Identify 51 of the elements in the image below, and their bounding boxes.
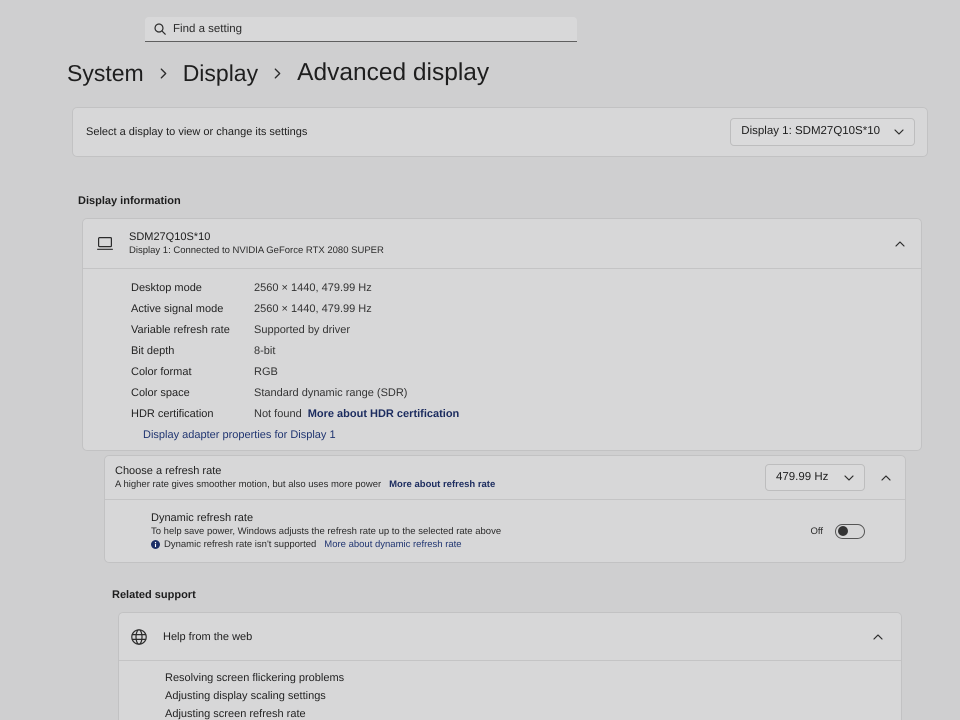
refresh-rate-title: Choose a refresh rate bbox=[115, 464, 222, 478]
display-name: SDM27Q10S*10 bbox=[129, 230, 210, 244]
info-value: 2560 × 1440, 479.99 Hz bbox=[254, 302, 372, 318]
refresh-rate-link[interactable]: More about refresh rate bbox=[389, 478, 496, 491]
info-label: Bit depth bbox=[131, 344, 176, 360]
search-icon bbox=[154, 23, 166, 35]
refresh-rate-dropdown[interactable]: 479.99 Hz bbox=[765, 464, 865, 492]
section-heading: Related support bbox=[112, 588, 196, 603]
chevron-down-icon bbox=[894, 129, 904, 135]
toggle-switch[interactable] bbox=[835, 524, 865, 538]
chevron-right-icon bbox=[160, 68, 167, 78]
info-label: Color format bbox=[131, 365, 193, 380]
search-field[interactable]: Find a setting bbox=[145, 17, 577, 42]
chevron-up-icon[interactable] bbox=[895, 240, 905, 246]
info-label: Variable refresh rate bbox=[131, 323, 231, 338]
section-heading: Display information bbox=[78, 194, 181, 209]
info-label: HDR certification bbox=[131, 407, 215, 422]
info-label: Active signal mode bbox=[131, 302, 224, 318]
adapter-properties-link[interactable]: Display adapter properties for Display 1 bbox=[143, 425, 336, 445]
info-link[interactable]: More about HDR certification bbox=[308, 406, 460, 423]
setting-label: Select a display to view or change its settings bbox=[86, 124, 308, 140]
dynamic-refresh-notice: Dynamic refresh rate isn't supported bbox=[164, 538, 316, 551]
dynamic-refresh-title: Dynamic refresh rate bbox=[151, 511, 254, 525]
dynamic-refresh-description: To help save power, Windows adjusts the refresh rate up to the selected rate above bbox=[151, 525, 502, 538]
info-icon bbox=[151, 540, 160, 549]
chevron-up-icon[interactable] bbox=[873, 634, 883, 640]
dynamic-refresh-link[interactable]: More about dynamic refresh rate bbox=[324, 538, 462, 551]
help-link[interactable]: Adjusting screen refresh rate bbox=[165, 705, 306, 720]
refresh-rate-description: A higher rate gives smoother motion, but also uses more power bbox=[115, 478, 382, 491]
info-value: Supported by driver bbox=[254, 323, 350, 338]
info-value: Standard dynamic range (SDR) bbox=[254, 386, 408, 402]
page-title: Advanced display bbox=[297, 58, 490, 88]
laptop-icon bbox=[97, 237, 113, 250]
chevron-up-icon[interactable] bbox=[881, 474, 891, 480]
chevron-right-icon bbox=[274, 68, 282, 78]
breadcrumb-link[interactable]: Display bbox=[182, 55, 258, 91]
help-link[interactable]: Resolving screen flickering problems bbox=[165, 669, 344, 687]
info-value: 8-bit bbox=[254, 344, 276, 360]
globe-icon bbox=[131, 628, 147, 644]
info-label: Color space bbox=[131, 386, 191, 402]
info-value: Not found bbox=[254, 407, 302, 422]
chevron-down-icon bbox=[844, 474, 854, 480]
toggle-state-label: Off bbox=[810, 524, 823, 538]
help-title: Help from the web bbox=[163, 630, 252, 644]
info-value: 2560 × 1440, 479.99 Hz bbox=[254, 281, 372, 296]
info-label: Desktop mode bbox=[131, 281, 203, 296]
info-value: RGB bbox=[254, 365, 278, 380]
help-link[interactable]: Adjusting display scaling settings bbox=[165, 687, 326, 705]
display-dropdown[interactable]: Display 1: SDM27Q10S*10 bbox=[730, 118, 915, 146]
display-connection: Display 1: Connected to NVIDIA GeForce RTX 2080 SUPER bbox=[129, 244, 384, 257]
breadcrumb-link[interactable]: System bbox=[67, 55, 144, 91]
